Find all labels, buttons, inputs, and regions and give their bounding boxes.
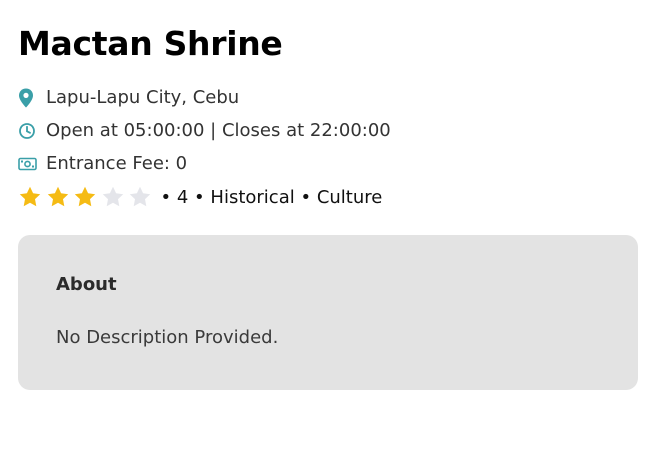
about-heading: About — [56, 274, 117, 295]
separator: • — [160, 186, 172, 208]
about-description: No Description Provided. — [56, 327, 279, 348]
hours-text: Open at 05:00:00 | Closes at 22:00:00 — [46, 120, 391, 141]
category-historical: Historical — [210, 186, 295, 208]
star-filled-icon — [74, 186, 96, 207]
location-row: Lapu-Lapu City, Cebu — [18, 81, 638, 114]
page-title: Mactan Shrine — [18, 24, 283, 63]
star-filled-icon — [47, 186, 68, 207]
location-text: Lapu-Lapu City, Cebu — [46, 87, 240, 108]
hours-row: Open at 05:00:00 | Closes at 22:00:00 — [18, 114, 638, 147]
star-empty-icon — [129, 186, 151, 207]
separator: • — [194, 186, 205, 208]
star-rating — [18, 185, 156, 209]
map-pin-icon — [18, 88, 38, 108]
category-culture: Culture — [316, 186, 383, 208]
star-filled-icon — [19, 186, 41, 207]
separator: • — [300, 186, 312, 208]
rating-count: 4 — [176, 186, 189, 208]
rating-row: • 4 • Historical • Culture — [18, 180, 638, 214]
place-detail: Mactan Shrine Lapu-Lapu City, Cebu Open … — [18, 20, 638, 390]
clock-icon — [18, 121, 38, 141]
fee-text: Entrance Fee: 0 — [46, 153, 188, 174]
star-empty-icon — [102, 186, 123, 207]
rating-meta: • 4 • Historical • Culture — [161, 187, 383, 208]
fee-row: Entrance Fee: 0 — [18, 147, 638, 180]
about-card: About No Description Provided. — [18, 235, 638, 390]
money-icon — [18, 154, 38, 174]
